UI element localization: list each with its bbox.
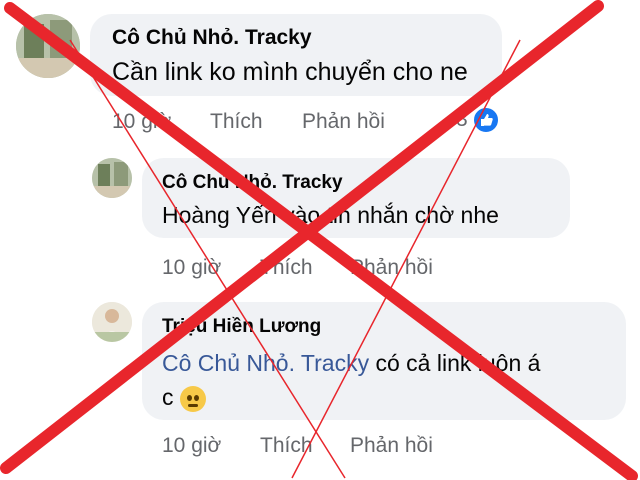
- red-cross-overlay: [0, 0, 638, 480]
- cross-stroke-main-1: [4, 2, 638, 480]
- cross-stroke-thin-2: [291, 39, 521, 479]
- cross-stroke-thin-1: [69, 39, 346, 479]
